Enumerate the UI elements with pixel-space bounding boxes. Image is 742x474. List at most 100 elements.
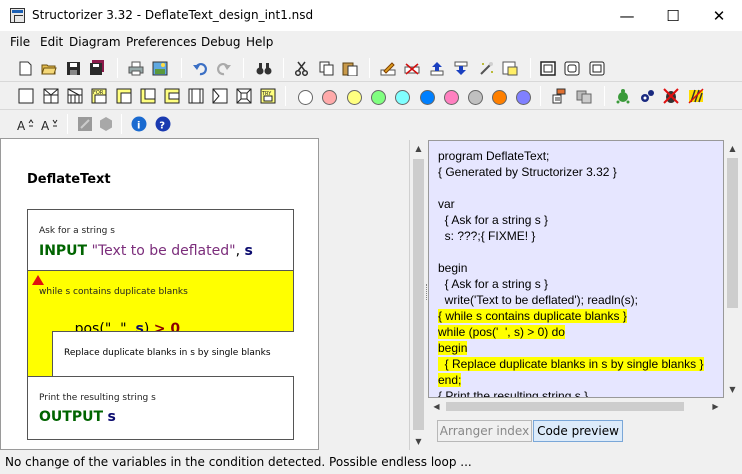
boxed-view-icon[interactable]	[587, 58, 607, 78]
zoom-icon[interactable]	[562, 58, 582, 78]
scroll-left-arrow-icon[interactable]: ◀	[428, 398, 445, 415]
instruction-icon[interactable]	[16, 86, 36, 106]
save-icon[interactable]	[63, 58, 83, 78]
menu-debug[interactable]: Debug	[201, 35, 240, 49]
while-loop-icon[interactable]	[114, 86, 134, 106]
case-icon[interactable]	[65, 86, 85, 106]
code-horizontal-scrollbar[interactable]: ◀ ▶	[428, 398, 724, 415]
for-loop-icon[interactable]: FOR	[89, 86, 109, 106]
color-blue-button[interactable]	[417, 87, 437, 107]
redo-icon[interactable]	[214, 58, 234, 78]
paste-icon[interactable]	[340, 58, 360, 78]
scroll-up-arrow-icon[interactable]: ▲	[724, 140, 741, 157]
no-debug-icon[interactable]	[661, 86, 681, 106]
color-pink-button[interactable]	[441, 87, 461, 107]
menu-edit[interactable]: Edit	[40, 35, 63, 49]
code-line: write('Text to be deflated'); readln(s);	[438, 293, 638, 307]
save-all-icon[interactable]	[87, 58, 107, 78]
undo-icon[interactable]	[190, 58, 210, 78]
input-keyword: INPUT	[39, 243, 88, 259]
scroll-thumb[interactable]	[413, 159, 424, 430]
color-green-button[interactable]	[368, 87, 388, 107]
menu-help[interactable]: Help	[246, 35, 273, 49]
menu-file[interactable]: File	[10, 35, 30, 49]
close-button[interactable]: ✕	[696, 0, 742, 31]
jump-icon[interactable]	[210, 86, 230, 106]
repeat-loop-icon[interactable]	[138, 86, 158, 106]
code-line-highlighted: begin	[438, 341, 468, 355]
menu-preferences[interactable]: Preferences	[126, 35, 197, 49]
code-vertical-scrollbar[interactable]: ▲ ▼	[724, 140, 741, 398]
window-title: Structorizer 3.32 - DeflateText_design_i…	[32, 8, 314, 22]
scroll-down-arrow-icon[interactable]: ▼	[724, 381, 741, 398]
loop-body-block[interactable]: Replace duplicate blanks in s by single …	[52, 331, 294, 376]
disabled-1-icon[interactable]	[75, 114, 95, 134]
block-comment: Ask for a string s	[39, 226, 115, 236]
scroll-thumb[interactable]	[446, 402, 684, 411]
try-icon[interactable]: TRY	[258, 86, 278, 106]
scroll-thumb[interactable]	[727, 158, 738, 308]
input-block[interactable]: Ask for a string s INPUT "Text to be def…	[28, 210, 293, 271]
delete-element-icon[interactable]	[402, 58, 422, 78]
scroll-up-arrow-icon[interactable]: ▲	[410, 140, 427, 157]
font-up-icon[interactable]: A	[16, 114, 36, 134]
open-folder-icon[interactable]	[39, 58, 59, 78]
unboxed-view-icon[interactable]	[538, 58, 558, 78]
edit-element-icon[interactable]	[378, 58, 398, 78]
color-yellow-button[interactable]	[344, 87, 364, 107]
code-preview-panel[interactable]: program DeflateText; { Generated by Stru…	[428, 140, 724, 398]
color-swatch-icon	[297, 89, 313, 105]
color-gray-button[interactable]	[465, 87, 485, 107]
move-down-icon[interactable]	[451, 58, 471, 78]
while-loop-block[interactable]: while s contains duplicate blanks pos(" …	[28, 271, 294, 377]
color-swatch-icon	[515, 89, 531, 105]
print-icon[interactable]	[126, 58, 146, 78]
color-orange-button[interactable]	[489, 87, 509, 107]
call-icon[interactable]	[186, 86, 206, 106]
output-block[interactable]: Print the resulting string s OUTPUT s	[28, 377, 293, 439]
export-picture-icon[interactable]	[150, 58, 170, 78]
code-line: begin	[438, 261, 468, 275]
maximize-button[interactable]: ☐	[650, 0, 696, 31]
disabled-2-icon[interactable]	[96, 114, 116, 134]
cut-icon[interactable]	[291, 58, 311, 78]
alternative-icon[interactable]	[41, 86, 61, 106]
color-red-button[interactable]	[319, 87, 339, 107]
tab-code-preview[interactable]: Code preview	[533, 420, 623, 442]
toolbar-row-2: FOR TRY	[0, 82, 742, 110]
diagram-vertical-scrollbar[interactable]: ▲ ▼	[409, 140, 426, 450]
move-up-icon[interactable]	[427, 58, 447, 78]
svg-text:?: ?	[159, 121, 165, 132]
stripes-icon[interactable]	[686, 86, 706, 106]
font-down-icon[interactable]: A	[40, 114, 60, 134]
diagram-canvas[interactable]: DeflateText Ask for a string s INPUT "Te…	[0, 138, 319, 450]
forever-loop-icon[interactable]	[162, 86, 182, 106]
info-icon[interactable]: i	[129, 114, 149, 134]
analyser-icon[interactable]	[549, 86, 569, 106]
minimize-button[interactable]: —	[604, 0, 650, 31]
help-icon[interactable]: ?	[153, 114, 173, 134]
scroll-down-arrow-icon[interactable]: ▼	[410, 433, 427, 450]
split-pane-divider[interactable]	[319, 138, 427, 450]
collapse-icon[interactable]	[500, 58, 520, 78]
parallel-icon[interactable]	[234, 86, 254, 106]
turtle-icon[interactable]	[613, 86, 633, 106]
transmute-icon[interactable]	[476, 58, 496, 78]
copy-icon[interactable]	[316, 58, 336, 78]
executor-icon[interactable]	[637, 86, 657, 106]
loop-body-text: Replace duplicate blanks in s by single …	[64, 348, 271, 358]
color-cyan-button[interactable]	[392, 87, 412, 107]
tab-arranger-index[interactable]: Arranger index	[437, 420, 532, 442]
code-line: s: ???;{ FIXME! }	[438, 229, 536, 243]
color-white-button[interactable]	[295, 87, 315, 107]
status-bar: No change of the variables in the condit…	[0, 450, 742, 474]
diagram-title: DeflateText	[27, 172, 111, 187]
new-file-icon[interactable]	[15, 58, 35, 78]
breakpoint-icon[interactable]	[574, 86, 594, 106]
color-violet-button[interactable]	[513, 87, 533, 107]
scroll-right-arrow-icon[interactable]: ▶	[707, 398, 724, 415]
find-icon[interactable]	[254, 58, 274, 78]
code-line-highlighted: { Replace duplicate blanks in s by singl…	[438, 357, 704, 371]
color-swatch-icon	[443, 89, 459, 105]
menu-diagram[interactable]: Diagram	[69, 35, 121, 49]
